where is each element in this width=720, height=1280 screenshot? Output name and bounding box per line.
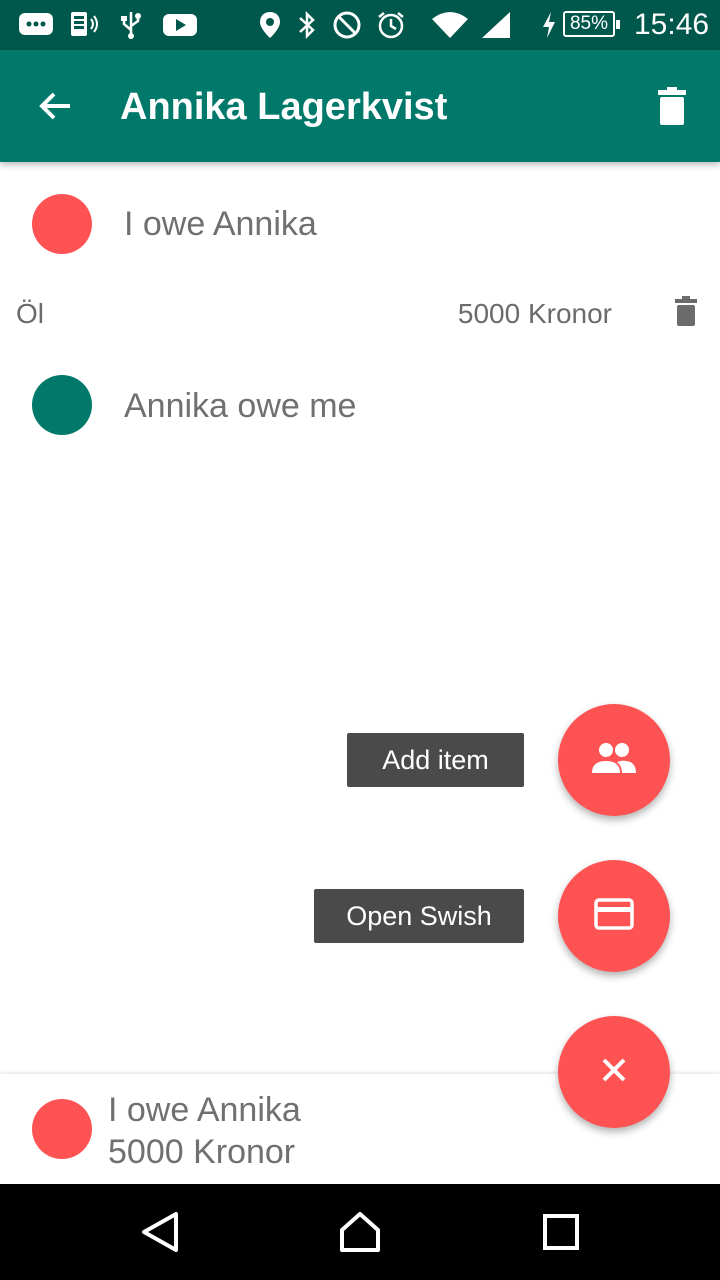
people-icon [591,741,637,780]
close-menu-button[interactable] [558,1016,670,1128]
clock: 15:46 [634,8,710,41]
youtube-icon [162,10,198,40]
item-amount-value: 5000 [457,298,521,329]
close-icon [601,1057,627,1088]
bluetooth-icon [296,10,318,40]
summary-amount: 5000 Kronor [108,1133,296,1171]
back-nav-icon[interactable] [138,1210,182,1254]
add-item-tooltip[interactable]: Add item [347,733,524,787]
signal-icon [480,10,512,40]
summary-direction: I owe Annika [108,1091,301,1129]
charging-icon [540,10,558,40]
item-amount-unit: Kronor [527,298,612,329]
item-name: Öl [16,298,44,329]
back-arrow-icon[interactable] [34,84,78,128]
recents-nav-icon[interactable] [539,1210,583,1254]
sim-card-icon [68,10,100,40]
usb-icon [118,10,144,40]
delete-item-icon[interactable] [672,296,700,328]
i-owe-label: I owe Annika [124,205,317,243]
i-owe-section-header: I owe Annika [0,180,720,270]
item-amount: 5000 Kronor [458,298,612,330]
they-owe-section-header: Annika owe me [0,360,720,450]
messages-icon [18,10,54,40]
battery-level: 85% [569,13,609,34]
open-swish-tooltip[interactable]: Open Swish [314,889,524,943]
summary-indicator [32,1099,92,1159]
add-item-button[interactable] [558,704,670,816]
they-owe-indicator [32,375,92,435]
status-bar: 85% 15:46 [0,0,720,50]
home-nav-icon[interactable] [338,1210,382,1254]
battery-icon: 85% [563,11,620,37]
they-owe-label: Annika owe me [124,387,357,425]
navigation-bar [0,1184,720,1280]
credit-card-icon [594,897,634,935]
do-not-disturb-icon [332,10,362,40]
i-owe-indicator [32,194,92,254]
delete-contact-icon[interactable] [650,84,694,128]
open-swish-button[interactable] [558,860,670,972]
wifi-icon [430,10,470,40]
alarm-icon [376,10,406,40]
list-item[interactable]: Öl 5000 Kronor [0,290,720,342]
location-icon [258,10,282,40]
app-bar: Annika Lagerkvist [0,50,720,162]
page-title: Annika Lagerkvist [120,86,448,128]
